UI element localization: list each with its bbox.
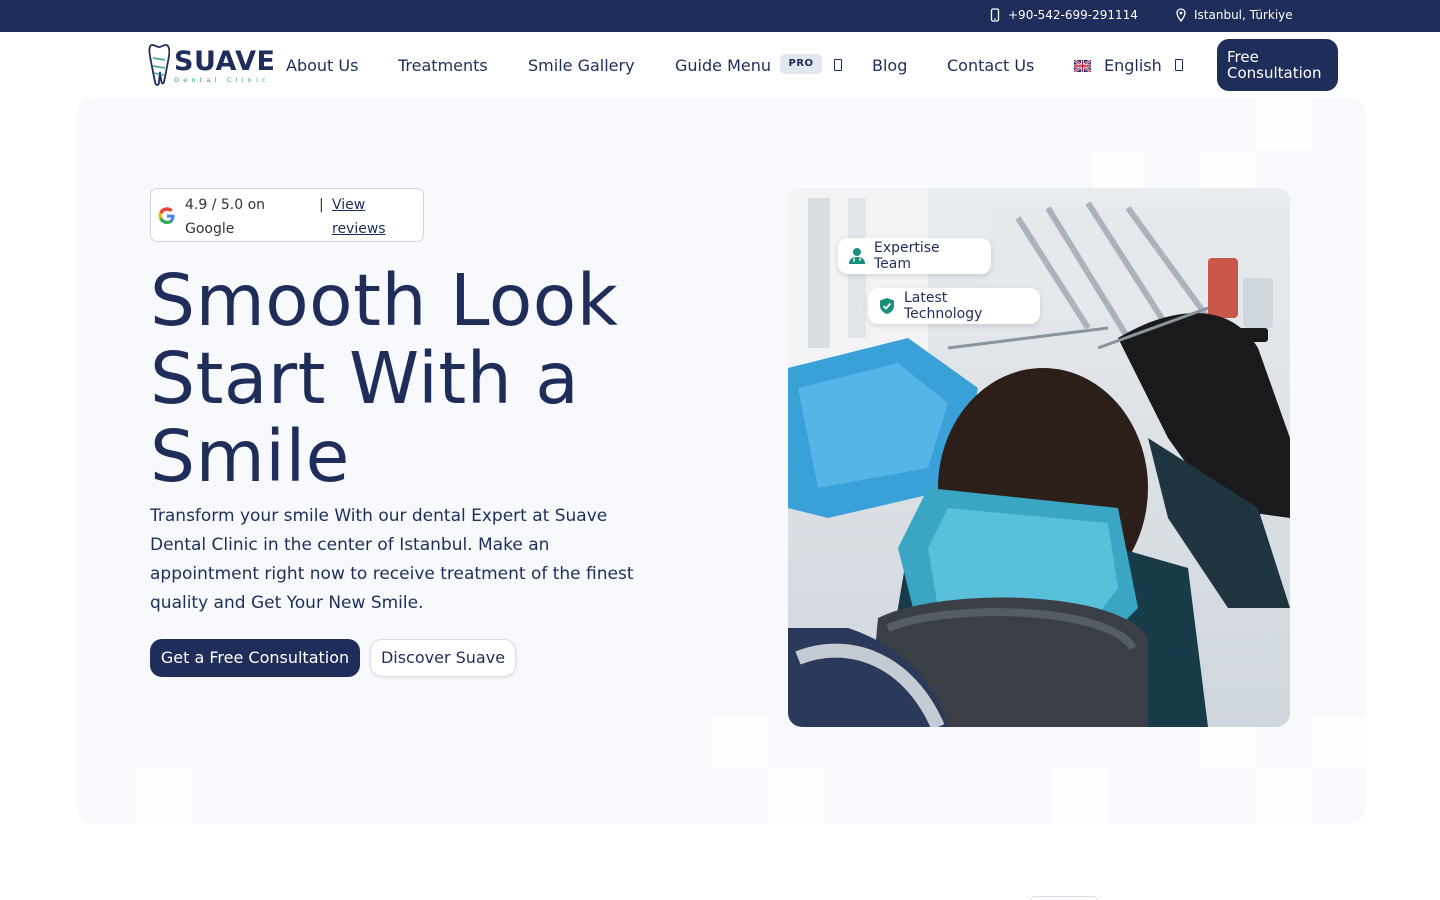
get-free-consultation-button[interactable]: Get a Free Consultation xyxy=(150,639,360,677)
decorative-tile xyxy=(1256,768,1312,824)
location-text: Istanbul, Türkiye xyxy=(1194,8,1293,22)
location-info: Istanbul, Türkiye xyxy=(1176,8,1293,22)
nav-contact-us[interactable]: Contact Us xyxy=(947,56,1034,75)
decorative-tile xyxy=(1312,716,1366,768)
tooth-logo-icon xyxy=(148,44,170,86)
discover-suave-button[interactable]: Discover Suave xyxy=(370,639,516,677)
latest-technology-label: Latest Technology xyxy=(903,290,983,322)
view-reviews-link[interactable]: View reviews xyxy=(332,193,412,241)
phone-number[interactable]: +90-542-699-291114 xyxy=(1008,8,1138,22)
decorative-tile xyxy=(1256,98,1312,150)
uk-flag-icon xyxy=(1074,59,1091,72)
decorative-tile xyxy=(136,768,192,824)
google-rating-badge: 4.9 / 5.0 on Google | View reviews xyxy=(150,188,424,242)
language-selector[interactable]: English xyxy=(1074,56,1162,75)
logo-wordmark: SUAVE xyxy=(174,46,276,77)
top-info-bar: +90-542-699-291114 Istanbul, Türkiye xyxy=(0,0,1440,32)
decorative-tile xyxy=(712,716,768,768)
decorative-tile xyxy=(1092,152,1144,188)
next-section-peek xyxy=(1030,896,1098,900)
free-consultation-button[interactable]: Free Consultation xyxy=(1217,39,1338,91)
hero-title: Smooth Look Start With a Smile xyxy=(150,259,619,498)
nav-about-us[interactable]: About Us xyxy=(286,56,358,75)
shield-check-icon xyxy=(879,298,894,314)
nav-guide-menu[interactable]: Guide Menu xyxy=(675,56,771,75)
logo[interactable]: SUAVE Dental Clinic xyxy=(148,42,275,88)
main-navigation: SUAVE Dental Clinic About Us Treatments … xyxy=(0,32,1440,98)
phone-icon xyxy=(990,8,1000,22)
decorative-tile xyxy=(768,768,824,824)
map-pin-icon xyxy=(1176,8,1186,22)
nav-blog[interactable]: Blog xyxy=(872,56,907,75)
pro-badge: PRO xyxy=(780,54,822,74)
language-label: English xyxy=(1104,56,1162,75)
logo-subtitle: Dental Clinic xyxy=(174,76,270,84)
chevron-down-icon[interactable] xyxy=(1175,59,1183,71)
rating-separator: | xyxy=(319,197,324,213)
latest-technology-badge: Latest Technology xyxy=(868,288,1040,324)
nav-treatments[interactable]: Treatments xyxy=(398,56,488,75)
decorative-tile xyxy=(1200,152,1256,188)
doctor-icon xyxy=(848,248,865,264)
chevron-down-icon[interactable] xyxy=(834,59,842,71)
nav-smile-gallery[interactable]: Smile Gallery xyxy=(528,56,635,75)
expertise-team-badge: Expertise Team xyxy=(838,238,991,274)
google-g-icon xyxy=(158,207,175,224)
decorative-tile xyxy=(1052,768,1108,824)
phone-contact[interactable]: +90-542-699-291114 xyxy=(990,8,1138,22)
hero-description: Transform your smile With our dental Exp… xyxy=(150,506,634,613)
rating-text: 4.9 / 5.0 on Google xyxy=(185,197,266,237)
expertise-team-label: Expertise Team xyxy=(873,240,940,272)
